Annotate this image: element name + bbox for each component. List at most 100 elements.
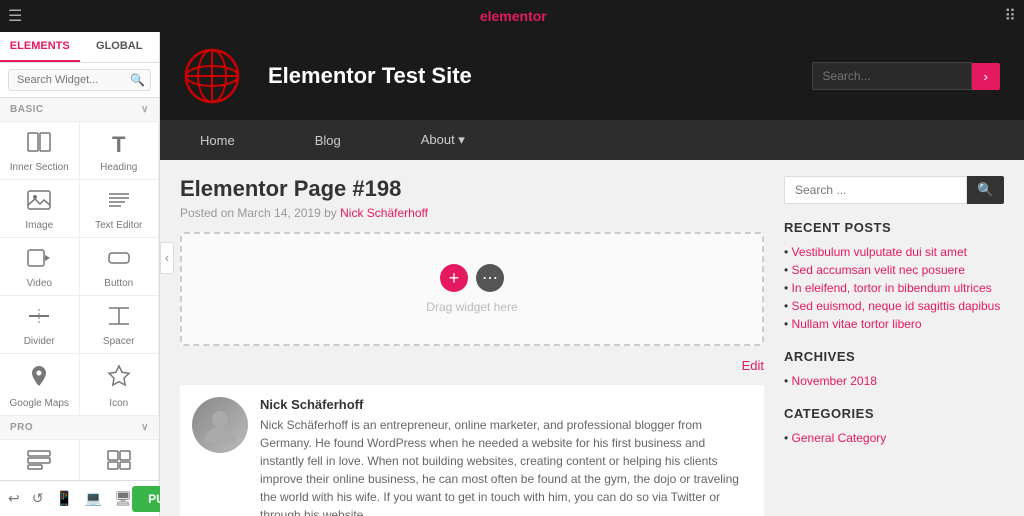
mobile-icon[interactable]: 📱 bbox=[55, 490, 72, 507]
text-editor-icon bbox=[107, 190, 131, 216]
archive-link[interactable]: November 2018 bbox=[792, 374, 877, 388]
widget-text-editor-label: Text Editor bbox=[95, 220, 142, 231]
site-search-button[interactable]: › bbox=[972, 63, 1000, 90]
main-content: Elementor Page #198 Posted on March 14, … bbox=[180, 176, 764, 516]
author-name: Nick Schäferhoff bbox=[260, 397, 752, 412]
post-author-link[interactable]: Nick Schäferhoff bbox=[340, 206, 428, 220]
nav-home[interactable]: Home bbox=[160, 120, 275, 160]
video-icon bbox=[27, 248, 51, 274]
page-title: Elementor Page #198 bbox=[180, 176, 764, 202]
posts-icon bbox=[27, 450, 51, 476]
tablet-icon[interactable]: 💻 bbox=[85, 490, 102, 507]
undo-icon[interactable]: ↩ bbox=[8, 490, 20, 507]
widget-divider-label: Divider bbox=[24, 336, 55, 347]
widget-video[interactable]: Video bbox=[0, 238, 80, 296]
top-bar-right: ⠿ bbox=[1004, 6, 1016, 26]
left-panel: ELEMENTS GLOBAL 🔍 BASIC ∨ bbox=[0, 32, 160, 516]
post-date: Posted on March 14, 2019 by bbox=[180, 206, 337, 220]
author-box: Nick Schäferhoff Nick Schäferhoff is an … bbox=[180, 385, 764, 516]
widget-google-maps[interactable]: Google Maps bbox=[0, 354, 80, 416]
content-area: Elementor Test Site › Home Blog About ▾ … bbox=[160, 32, 1024, 516]
sidebar-archives: ARCHIVES November 2018 bbox=[784, 349, 1004, 390]
bottom-tools: ↩ ↺ 📱 💻 🖥 bbox=[8, 490, 132, 507]
widget-spacer-label: Spacer bbox=[103, 336, 135, 347]
list-item: General Category bbox=[784, 429, 1004, 447]
widget-image-label: Image bbox=[25, 220, 53, 231]
list-item: Vestibulum vulputate dui sit amet bbox=[784, 243, 1004, 261]
recent-posts-title: RECENT POSTS bbox=[784, 220, 1004, 235]
recent-post-link[interactable]: Sed accumsan velit nec posuere bbox=[792, 263, 965, 277]
add-widget-button[interactable]: + bbox=[440, 264, 468, 292]
basic-chevron-icon: ∨ bbox=[141, 104, 149, 115]
pro-widgets-grid: Posts Portfolio Slides bbox=[0, 440, 159, 480]
tab-global[interactable]: GLOBAL bbox=[80, 32, 160, 62]
widget-button[interactable]: Button bbox=[80, 238, 160, 296]
grid-icon[interactable]: ⠿ bbox=[1004, 6, 1016, 26]
top-bar-left: ☰ bbox=[8, 6, 22, 26]
drag-widget-area: + ⋯ Drag widget here bbox=[180, 232, 764, 346]
widget-posts[interactable]: Posts bbox=[0, 440, 80, 480]
widget-inner-section[interactable]: Inner Section bbox=[0, 122, 80, 180]
widget-divider[interactable]: Divider bbox=[0, 296, 80, 354]
sidebar: 🔍 RECENT POSTS Vestibulum vulputate dui … bbox=[784, 176, 1004, 516]
sidebar-search: 🔍 bbox=[784, 176, 1004, 204]
widget-image[interactable]: Image bbox=[0, 180, 80, 238]
widget-text-editor[interactable]: Text Editor bbox=[80, 180, 160, 238]
button-icon bbox=[107, 248, 131, 274]
nav-blog[interactable]: Blog bbox=[275, 120, 381, 160]
site-title: Elementor Test Site bbox=[268, 63, 792, 89]
author-bio: Nick Schäferhoff is an entrepreneur, onl… bbox=[260, 416, 752, 516]
desktop-icon[interactable]: 🖥 bbox=[114, 490, 132, 507]
sidebar-search-button[interactable]: 🔍 bbox=[967, 176, 1004, 204]
bottom-toolbar: ↩ ↺ 📱 💻 🖥 PUBLISH bbox=[0, 480, 159, 516]
nav-about[interactable]: About ▾ bbox=[381, 120, 505, 160]
hamburger-icon[interactable]: ☰ bbox=[8, 6, 22, 26]
top-bar: ☰ elementor ⠿ bbox=[0, 0, 1024, 32]
widget-options-button[interactable]: ⋯ bbox=[476, 264, 504, 292]
author-avatar-image bbox=[192, 397, 248, 453]
site-search-input[interactable] bbox=[812, 62, 972, 90]
edit-link[interactable]: Edit bbox=[180, 358, 764, 373]
recent-post-link[interactable]: In eleifend, tortor in bibendum ultrices bbox=[792, 281, 992, 295]
category-link[interactable]: General Category bbox=[792, 431, 887, 445]
sidebar-search-input[interactable] bbox=[784, 176, 967, 204]
author-info: Nick Schäferhoff Nick Schäferhoff is an … bbox=[260, 397, 752, 516]
recent-post-link[interactable]: Sed euismod, neque id sagittis dapibus bbox=[792, 299, 1001, 313]
panel-tabs: ELEMENTS GLOBAL bbox=[0, 32, 159, 63]
widget-inner-section-label: Inner Section bbox=[10, 162, 69, 173]
google-maps-icon bbox=[27, 364, 51, 394]
recent-post-link[interactable]: Vestibulum vulputate dui sit amet bbox=[792, 245, 967, 259]
drag-label: Drag widget here bbox=[426, 300, 517, 314]
widget-icon[interactable]: Icon bbox=[80, 354, 160, 416]
archives-title: ARCHIVES bbox=[784, 349, 1004, 364]
site-logo bbox=[184, 48, 240, 104]
pro-chevron-icon: ∨ bbox=[141, 422, 149, 433]
recent-posts-list: Vestibulum vulputate dui sit amet Sed ac… bbox=[784, 243, 1004, 333]
widget-spacer[interactable]: Spacer bbox=[80, 296, 160, 354]
panel-collapse-arrow[interactable]: ‹ bbox=[160, 242, 174, 274]
sidebar-categories: CATEGORIES General Category bbox=[784, 406, 1004, 447]
basic-widgets-grid: Inner Section T Heading Image bbox=[0, 122, 159, 416]
redo-icon[interactable]: ↺ bbox=[32, 490, 44, 507]
list-item: Sed euismod, neque id sagittis dapibus bbox=[784, 297, 1004, 315]
categories-list: General Category bbox=[784, 429, 1004, 447]
drag-controls: + ⋯ bbox=[440, 264, 504, 292]
tab-elements[interactable]: ELEMENTS bbox=[0, 32, 80, 62]
site-search: › bbox=[812, 62, 1000, 90]
site-header: Elementor Test Site › bbox=[160, 32, 1024, 120]
widget-heading[interactable]: T Heading bbox=[80, 122, 160, 180]
basic-section-header[interactable]: BASIC ∨ bbox=[0, 98, 159, 122]
list-item: November 2018 bbox=[784, 372, 1004, 390]
post-meta: Posted on March 14, 2019 by Nick Schäfer… bbox=[180, 206, 764, 220]
list-item: Nullam vitae tortor libero bbox=[784, 315, 1004, 333]
list-item: Sed accumsan velit nec posuere bbox=[784, 261, 1004, 279]
sidebar-recent-posts: RECENT POSTS Vestibulum vulputate dui si… bbox=[784, 220, 1004, 333]
elementor-logo: elementor bbox=[22, 8, 1004, 24]
image-icon bbox=[27, 190, 51, 216]
widget-button-label: Button bbox=[104, 278, 133, 289]
pro-section-header[interactable]: PRO ∨ bbox=[0, 416, 159, 440]
widget-portfolio[interactable]: Portfolio bbox=[80, 440, 160, 480]
widget-search-bar: 🔍 bbox=[0, 63, 159, 98]
page-content: Elementor Page #198 Posted on March 14, … bbox=[160, 160, 1024, 516]
recent-post-link[interactable]: Nullam vitae tortor libero bbox=[792, 317, 922, 331]
